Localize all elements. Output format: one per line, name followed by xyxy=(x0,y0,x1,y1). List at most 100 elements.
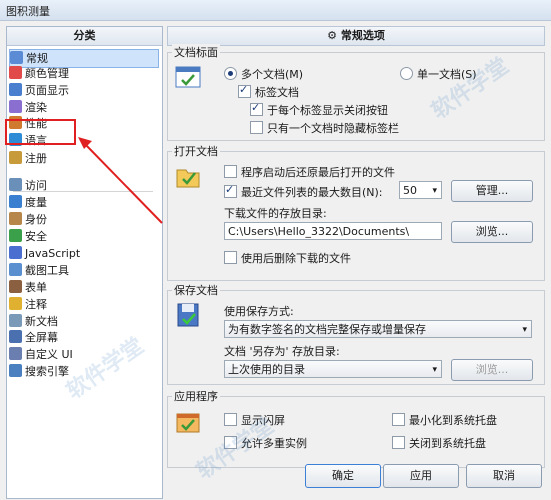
hide-tab-option[interactable]: 只有一个文档时隐藏标签栏 xyxy=(250,120,399,136)
tab-doc-option[interactable]: 标签文档 xyxy=(238,83,299,100)
category-item[interactable]: 颜色管理 xyxy=(9,65,159,82)
restore-last-option[interactable]: 程序启动后还原最后打开的文件 xyxy=(224,164,395,180)
render-icon xyxy=(9,100,22,113)
new-document-icon xyxy=(9,314,22,327)
screenshot-icon xyxy=(9,263,22,276)
restore-last-label: 程序启动后还原最后打开的文件 xyxy=(241,166,395,179)
close-tray-option[interactable]: 关闭到系统托盘 xyxy=(392,435,486,451)
category-label: 身份 xyxy=(25,213,47,226)
download-browse-button[interactable]: 浏览... xyxy=(451,221,533,243)
chevron-down-icon: ▾ xyxy=(432,365,437,375)
save-mode-label: 使用保存方式: xyxy=(224,305,294,318)
category-label: 常规 xyxy=(26,52,48,65)
page-display-icon xyxy=(9,83,22,96)
shield-icon xyxy=(9,229,22,242)
ok-button[interactable]: 确定 xyxy=(305,464,381,488)
recent-max-checkbox[interactable] xyxy=(224,183,237,198)
min-tray-checkbox[interactable] xyxy=(392,413,405,426)
options-header-label: 常规选项 xyxy=(340,29,385,42)
open-doc-group: 打开文档 程序启动后还原最后打开的文件 最近文件列表的最大数目(N): 50 ▾… xyxy=(167,143,545,281)
manage-button[interactable]: 管理... xyxy=(451,180,533,202)
tab-doc-label: 标签文档 xyxy=(255,86,299,99)
category-label: 颜色管理 xyxy=(25,67,69,80)
recent-max-value: 50 xyxy=(403,184,417,197)
download-dir-input[interactable]: C:\Users\Hello_3322\Documents\ xyxy=(224,222,442,240)
category-label: 新文档 xyxy=(25,315,58,328)
single-doc-radio[interactable] xyxy=(400,67,413,80)
delete-after-checkbox[interactable] xyxy=(224,251,237,264)
category-label: 安全 xyxy=(25,230,47,243)
search-engine-icon xyxy=(9,364,22,377)
category-item[interactable]: 新文档 xyxy=(9,313,159,330)
category-item[interactable]: 截图工具 xyxy=(9,262,159,279)
save-mode-dropdown[interactable]: 为有数字签名的文档完整保存或增量保存 ▾ xyxy=(224,320,532,338)
preferences-window: 分类 常规 颜色管理 页面显示 渲染 性能 语言 注册 访问 度量 身份 安全 JavaScript 截… xyxy=(0,21,551,500)
close-btn-option[interactable]: 于每个标签显示关闭按钮 xyxy=(250,101,388,118)
user-icon xyxy=(9,151,22,164)
save-icon xyxy=(177,303,199,327)
save-doc-group: 保存文档 使用保存方式: 为有数字签名的文档完整保存或增量保存 ▾ 文档 '另存… xyxy=(167,282,545,385)
comment-icon xyxy=(9,297,22,310)
category-label: 注释 xyxy=(25,298,47,311)
open-folder-icon xyxy=(176,169,200,188)
chevron-down-icon: ▾ xyxy=(522,325,527,335)
category-label: 截图工具 xyxy=(25,264,69,277)
tab-doc-checkbox[interactable] xyxy=(238,83,251,98)
category-item[interactable]: 页面显示 xyxy=(9,82,159,99)
close-tray-checkbox[interactable] xyxy=(392,436,405,449)
category-item[interactable]: 渲染 xyxy=(9,99,159,116)
multi-doc-option[interactable]: 多个文档(M) xyxy=(224,66,303,82)
min-tray-label: 最小化到系统托盘 xyxy=(409,414,497,427)
annotation-arrow xyxy=(78,137,163,224)
options-header: ⚙ 常规选项 xyxy=(167,26,545,46)
hide-tab-label: 只有一个文档时隐藏标签栏 xyxy=(267,122,399,135)
multi-doc-label: 多个文档(M) xyxy=(241,68,304,81)
doc-interface-title: 文档标面 xyxy=(172,44,220,60)
chevron-down-icon: ▾ xyxy=(432,186,437,196)
download-dir-label: 下载文件的存放目录: xyxy=(224,207,327,220)
settings-icon xyxy=(10,51,23,64)
save-as-dropdown[interactable]: 上次使用的目录 ▾ xyxy=(224,360,442,378)
identity-icon xyxy=(9,212,22,225)
close-btn-checkbox[interactable] xyxy=(250,101,263,116)
recent-max-option[interactable]: 最近文件列表的最大数目(N): xyxy=(224,183,383,200)
category-label: 表单 xyxy=(25,281,47,294)
options-header-icon: ⚙ xyxy=(327,29,338,42)
close-btn-label: 于每个标签显示关闭按钮 xyxy=(267,104,388,117)
category-item[interactable]: 注释 xyxy=(9,296,159,313)
save-as-value: 上次使用的目录 xyxy=(228,363,305,376)
apply-button[interactable]: 应用 xyxy=(383,464,459,488)
open-doc-title: 打开文档 xyxy=(172,143,220,159)
category-item[interactable]: JavaScript xyxy=(9,245,159,262)
category-label: 注册 xyxy=(25,152,47,165)
ruler-icon xyxy=(9,195,22,208)
color-icon xyxy=(9,66,22,79)
category-label: 度量 xyxy=(25,196,47,209)
save-as-browse-button[interactable]: 浏览... xyxy=(451,359,533,381)
fullscreen-icon xyxy=(9,330,22,343)
delete-after-option[interactable]: 使用后删除下载的文件 xyxy=(224,250,351,266)
highlight-box xyxy=(5,119,76,145)
cancel-button[interactable]: 取消 xyxy=(466,464,542,488)
custom-ui-icon xyxy=(9,347,22,360)
window-title: 图积测量 xyxy=(6,5,50,18)
category-label: 全屏幕 xyxy=(25,331,58,344)
multi-doc-radio[interactable] xyxy=(224,67,237,80)
hide-tab-checkbox[interactable] xyxy=(250,121,263,134)
application-icon xyxy=(176,413,200,433)
category-item[interactable]: 表单 xyxy=(9,279,159,296)
save-doc-title: 保存文档 xyxy=(172,282,220,298)
app-title: 应用程序 xyxy=(172,388,220,404)
min-tray-option[interactable]: 最小化到系统托盘 xyxy=(392,412,497,428)
restore-last-checkbox[interactable] xyxy=(224,165,237,178)
recent-max-spinner[interactable]: 50 ▾ xyxy=(399,181,442,199)
javascript-icon xyxy=(9,246,22,259)
splash-checkbox[interactable] xyxy=(224,413,237,426)
close-tray-label: 关闭到系统托盘 xyxy=(409,437,486,450)
form-icon xyxy=(9,280,22,293)
category-pane: 分类 常规 颜色管理 页面显示 渲染 性能 语言 注册 访问 度量 身份 安全 JavaScript 截… xyxy=(6,26,163,499)
title-bar: 图积测量 xyxy=(0,0,551,21)
access-icon xyxy=(9,178,22,191)
category-label: JavaScript xyxy=(25,247,81,260)
delete-after-label: 使用后删除下载的文件 xyxy=(241,252,351,265)
